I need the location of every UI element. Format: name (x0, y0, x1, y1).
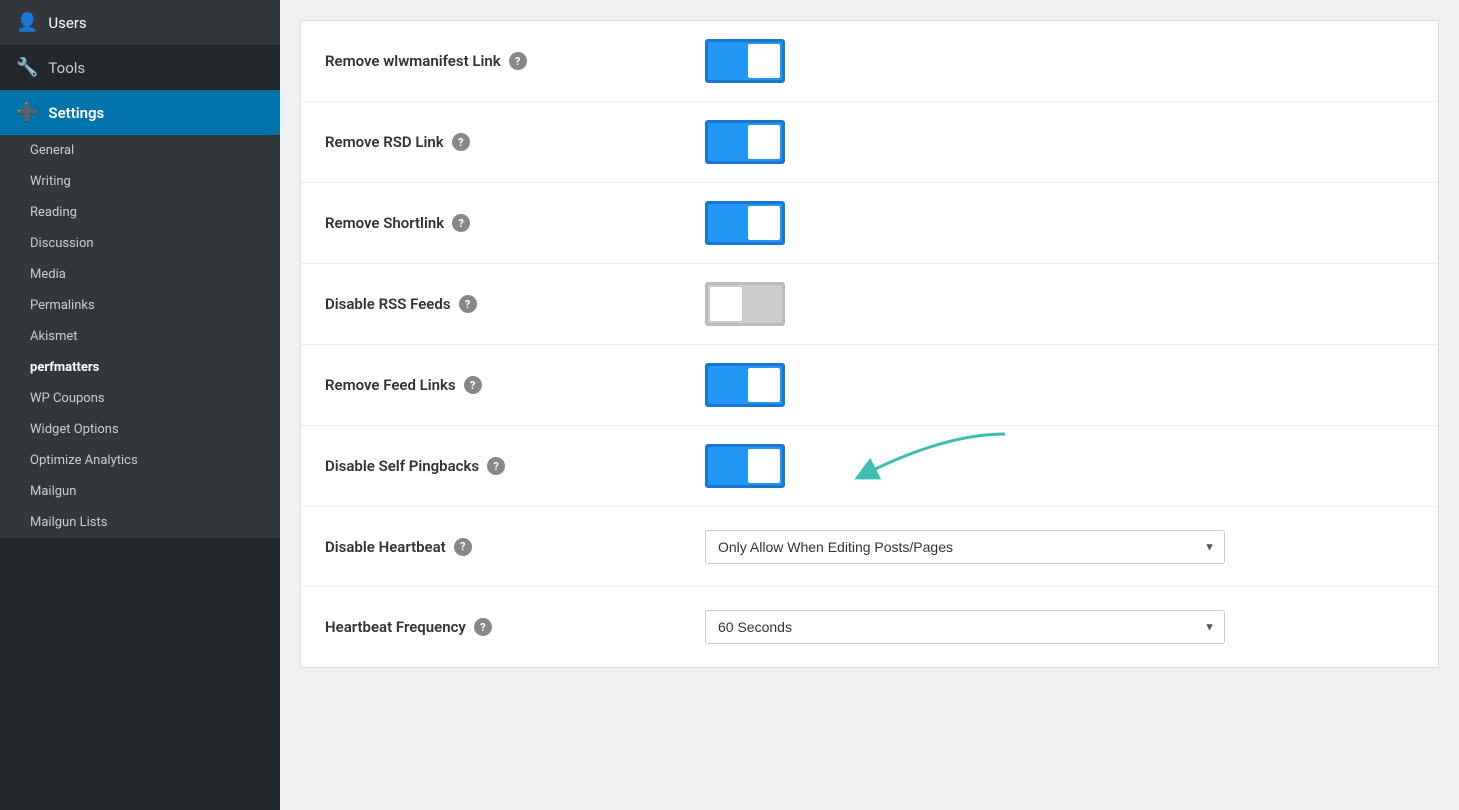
control-remove-shortlink (705, 201, 1414, 245)
tools-icon: 🔧 (16, 57, 38, 78)
row-disable-heartbeat: Disable Heartbeat ? Disable Heartbeat On… (301, 507, 1438, 587)
row-remove-wlwmanifest: Remove wlwmanifest Link ? (301, 21, 1438, 102)
select-heartbeat-frequency[interactable]: 30 Seconds 60 Seconds 120 Seconds (705, 610, 1225, 644)
select-disable-heartbeat[interactable]: Disable Heartbeat Only Allow When Editin… (705, 530, 1225, 564)
sidebar-item-reading[interactable]: Reading (0, 197, 280, 228)
toggle-knob (710, 287, 742, 321)
toggle-remove-shortlink[interactable] (705, 201, 785, 245)
arrow-annotation (795, 429, 1015, 499)
sidebar-item-optimize-analytics[interactable]: Optimize Analytics (0, 445, 280, 476)
toggle-disable-rss[interactable] (705, 282, 785, 326)
sidebar-item-writing[interactable]: Writing (0, 166, 280, 197)
sidebar-item-wp-coupons[interactable]: WP Coupons (0, 383, 280, 414)
row-disable-rss: Disable RSS Feeds ? (301, 264, 1438, 345)
settings-table: Remove wlwmanifest Link ? Remove RSD Lin… (300, 20, 1439, 668)
sidebar-item-users[interactable]: 👤 Users (0, 0, 280, 45)
label-disable-self-pingbacks: Disable Self Pingbacks ? (325, 457, 705, 475)
help-remove-feed-links[interactable]: ? (464, 376, 482, 394)
toggle-remove-wlwmanifest[interactable] (705, 39, 785, 83)
sidebar-item-general[interactable]: General (0, 135, 280, 166)
help-heartbeat-frequency[interactable]: ? (474, 618, 492, 636)
label-remove-wlwmanifest: Remove wlwmanifest Link ? (325, 52, 705, 70)
help-disable-self-pingbacks[interactable]: ? (487, 457, 505, 475)
control-heartbeat-frequency: 30 Seconds 60 Seconds 120 Seconds (705, 610, 1414, 644)
sidebar-item-discussion[interactable]: Discussion (0, 228, 280, 259)
help-remove-shortlink[interactable]: ? (452, 214, 470, 232)
row-disable-self-pingbacks: Disable Self Pingbacks ? (301, 426, 1438, 507)
sidebar-item-settings[interactable]: ➕ Settings (0, 90, 280, 135)
sidebar: 👤 Users 🔧 Tools ➕ Settings General Writi… (0, 0, 280, 810)
sidebar-item-tools[interactable]: 🔧 Tools (0, 45, 280, 90)
control-remove-feed-links (705, 363, 1414, 407)
row-heartbeat-frequency: Heartbeat Frequency ? 30 Seconds 60 Seco… (301, 587, 1438, 667)
label-remove-feed-links: Remove Feed Links ? (325, 376, 705, 394)
label-disable-rss: Disable RSS Feeds ? (325, 295, 705, 313)
toggle-knob (748, 44, 780, 78)
control-remove-wlwmanifest (705, 39, 1414, 83)
sidebar-item-widget-options[interactable]: Widget Options (0, 414, 280, 445)
sidebar-item-permalinks[interactable]: Permalinks (0, 290, 280, 321)
sidebar-item-mailgun-lists[interactable]: Mailgun Lists (0, 507, 280, 538)
toggle-knob (748, 206, 780, 240)
sidebar-submenu: General Writing Reading Discussion Media… (0, 135, 280, 538)
help-disable-heartbeat[interactable]: ? (454, 538, 472, 556)
control-disable-rss (705, 282, 1414, 326)
label-remove-rsd: Remove RSD Link ? (325, 133, 705, 151)
row-remove-rsd: Remove RSD Link ? (301, 102, 1438, 183)
help-remove-wlwmanifest[interactable]: ? (509, 52, 527, 70)
select-wrapper-heartbeat: Disable Heartbeat Only Allow When Editin… (705, 530, 1225, 564)
control-disable-self-pingbacks (705, 444, 1414, 488)
control-disable-heartbeat: Disable Heartbeat Only Allow When Editin… (705, 530, 1414, 564)
row-remove-shortlink: Remove Shortlink ? (301, 183, 1438, 264)
control-remove-rsd (705, 120, 1414, 164)
sidebar-item-media[interactable]: Media (0, 259, 280, 290)
label-disable-heartbeat: Disable Heartbeat ? (325, 538, 705, 556)
toggle-knob (748, 125, 780, 159)
label-remove-shortlink: Remove Shortlink ? (325, 214, 705, 232)
toggle-disable-self-pingbacks[interactable] (705, 444, 785, 488)
sidebar-item-akismet[interactable]: Akismet (0, 321, 280, 352)
toggle-knob (748, 368, 780, 402)
main-content: Remove wlwmanifest Link ? Remove RSD Lin… (280, 0, 1459, 810)
users-icon: 👤 (16, 12, 38, 33)
toggle-remove-rsd[interactable] (705, 120, 785, 164)
toggle-knob (748, 449, 780, 483)
toggle-remove-feed-links[interactable] (705, 363, 785, 407)
help-disable-rss[interactable]: ? (459, 295, 477, 313)
select-wrapper-frequency: 30 Seconds 60 Seconds 120 Seconds (705, 610, 1225, 644)
settings-icon: ➕ (16, 102, 38, 123)
label-heartbeat-frequency: Heartbeat Frequency ? (325, 618, 705, 636)
help-remove-rsd[interactable]: ? (452, 133, 470, 151)
row-remove-feed-links: Remove Feed Links ? (301, 345, 1438, 426)
sidebar-item-mailgun[interactable]: Mailgun (0, 476, 280, 507)
sidebar-item-perfmatters[interactable]: perfmatters (0, 352, 280, 383)
